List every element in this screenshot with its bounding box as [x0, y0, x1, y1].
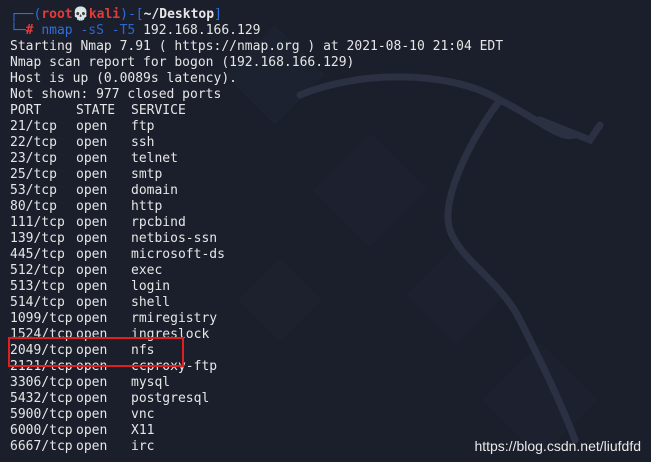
- state-cell: open: [76, 263, 108, 278]
- state-cell: open: [76, 119, 108, 134]
- state-cell: open: [76, 199, 108, 214]
- port-cell: 513/tcp: [10, 279, 65, 294]
- output-line: Not shown: 977 closed ports: [10, 87, 222, 102]
- table-row: 25/tcp open smtp: [10, 167, 651, 183]
- table-row: 514/tcp open shell: [10, 295, 651, 311]
- state-cell: open: [76, 439, 108, 454]
- table-row: 513/tcp open login: [10, 279, 651, 295]
- service-cell: ftp: [131, 119, 155, 134]
- table-row: 512/tcp open exec: [10, 263, 651, 279]
- port-cell: 514/tcp: [10, 295, 65, 310]
- state-cell: open: [76, 231, 108, 246]
- header-port: PORT: [10, 103, 42, 118]
- service-cell: telnet: [131, 151, 178, 166]
- prompt-line: ┌──(root💀kali)-[~/Desktop]: [10, 7, 651, 23]
- service-cell: mysql: [131, 375, 171, 390]
- port-cell: 21/tcp: [10, 119, 57, 134]
- header-service: SERVICE: [131, 103, 186, 118]
- header-state: STATE: [76, 103, 116, 118]
- service-cell: domain: [131, 183, 178, 198]
- state-cell: open: [76, 167, 108, 182]
- port-table: 21/tcp open ftp 22/tcp open ssh 23/tcp open teln…: [10, 119, 651, 455]
- state-cell: open: [76, 423, 108, 438]
- table-row: 139/tcp open netbios-ssn: [10, 231, 651, 247]
- port-cell: 139/tcp: [10, 231, 65, 246]
- state-cell: open: [76, 311, 108, 326]
- state-cell: open: [76, 295, 108, 310]
- state-cell: open: [76, 279, 108, 294]
- prompt-separator: )-[: [120, 7, 144, 22]
- table-row: 3306/tcp open mysql: [10, 375, 651, 391]
- port-cell: 445/tcp: [10, 247, 65, 262]
- table-row: 5432/tcp open postgresql: [10, 391, 651, 407]
- command-flags: -sS -T5: [80, 23, 136, 38]
- prompt-user: root: [41, 7, 73, 22]
- state-cell: open: [76, 391, 108, 406]
- service-cell: rpcbind: [131, 215, 186, 230]
- port-cell: 6667/tcp: [10, 439, 73, 454]
- table-row: 6000/tcp open X11: [10, 423, 651, 439]
- output-line: Nmap scan report for bogon (192.168.166.…: [10, 55, 355, 70]
- command-name: nmap: [41, 23, 73, 38]
- port-cell: 25/tcp: [10, 167, 57, 182]
- port-table-header: PORT STATE SERVICE: [10, 103, 651, 119]
- state-cell: open: [76, 135, 108, 150]
- port-cell: 53/tcp: [10, 183, 57, 198]
- port-cell: 6000/tcp: [10, 423, 73, 438]
- service-cell: postgresql: [131, 391, 210, 406]
- port-cell: 111/tcp: [10, 215, 65, 230]
- state-cell: open: [76, 183, 108, 198]
- state-cell: open: [76, 215, 108, 230]
- service-cell: ssh: [131, 135, 155, 150]
- prompt-path: ~/Desktop: [143, 7, 215, 22]
- port-cell: 1099/tcp: [10, 311, 73, 326]
- port-cell: 5432/tcp: [10, 391, 73, 406]
- prompt-host: kali: [88, 7, 121, 22]
- service-cell: vnc: [131, 407, 155, 422]
- terminal-window[interactable]: ┌──(root💀kali)-[~/Desktop] └─# nmap -sS …: [0, 0, 651, 462]
- service-cell: X11: [131, 423, 155, 438]
- nfs-highlight-box: [8, 337, 184, 367]
- prompt-frame-close: ]: [214, 7, 222, 22]
- port-cell: 80/tcp: [10, 199, 57, 214]
- table-row: 80/tcp open http: [10, 199, 651, 215]
- prompt-hash: #: [25, 23, 34, 38]
- service-cell: rmiregistry: [131, 311, 218, 326]
- service-cell: smtp: [131, 167, 163, 182]
- state-cell: open: [76, 407, 108, 422]
- prompt-frame-top: ┌──(: [10, 7, 42, 22]
- command-target: 192.168.166.129: [143, 23, 261, 38]
- output-line: Starting Nmap 7.91 ( https://nmap.org ) …: [10, 39, 504, 54]
- table-row: 111/tcp open rpcbind: [10, 215, 651, 231]
- service-cell: login: [131, 279, 171, 294]
- watermark: https://blog.csdn.net/liufdfd: [474, 438, 641, 454]
- table-row: 23/tcp open telnet: [10, 151, 651, 167]
- service-cell: microsoft-ds: [131, 247, 225, 262]
- service-cell: exec: [131, 263, 163, 278]
- skull-icon: 💀: [72, 7, 89, 22]
- port-cell: 22/tcp: [10, 135, 57, 150]
- command-line[interactable]: └─# nmap -sS -T5 192.168.166.129: [10, 23, 651, 39]
- port-cell: 512/tcp: [10, 263, 65, 278]
- table-row: 22/tcp open ssh: [10, 135, 651, 151]
- state-cell: open: [76, 375, 108, 390]
- table-row: 1099/tcp open rmiregistry: [10, 311, 651, 327]
- service-cell: http: [131, 199, 163, 214]
- state-cell: open: [76, 247, 108, 262]
- table-row: 5900/tcp open vnc: [10, 407, 651, 423]
- port-cell: 5900/tcp: [10, 407, 73, 422]
- service-cell: shell: [131, 295, 171, 310]
- terminal-output: ┌──(root💀kali)-[~/Desktop] └─# nmap -sS …: [10, 7, 651, 455]
- port-cell: 23/tcp: [10, 151, 57, 166]
- port-cell: 3306/tcp: [10, 375, 73, 390]
- output-line: Host is up (0.0089s latency).: [10, 71, 237, 86]
- table-row: 21/tcp open ftp: [10, 119, 651, 135]
- service-cell: irc: [131, 439, 155, 454]
- state-cell: open: [76, 151, 108, 166]
- prompt-frame-bottom: └─: [10, 23, 26, 38]
- table-row: 445/tcp open microsoft-ds: [10, 247, 651, 263]
- service-cell: netbios-ssn: [131, 231, 218, 246]
- table-row: 53/tcp open domain: [10, 183, 651, 199]
